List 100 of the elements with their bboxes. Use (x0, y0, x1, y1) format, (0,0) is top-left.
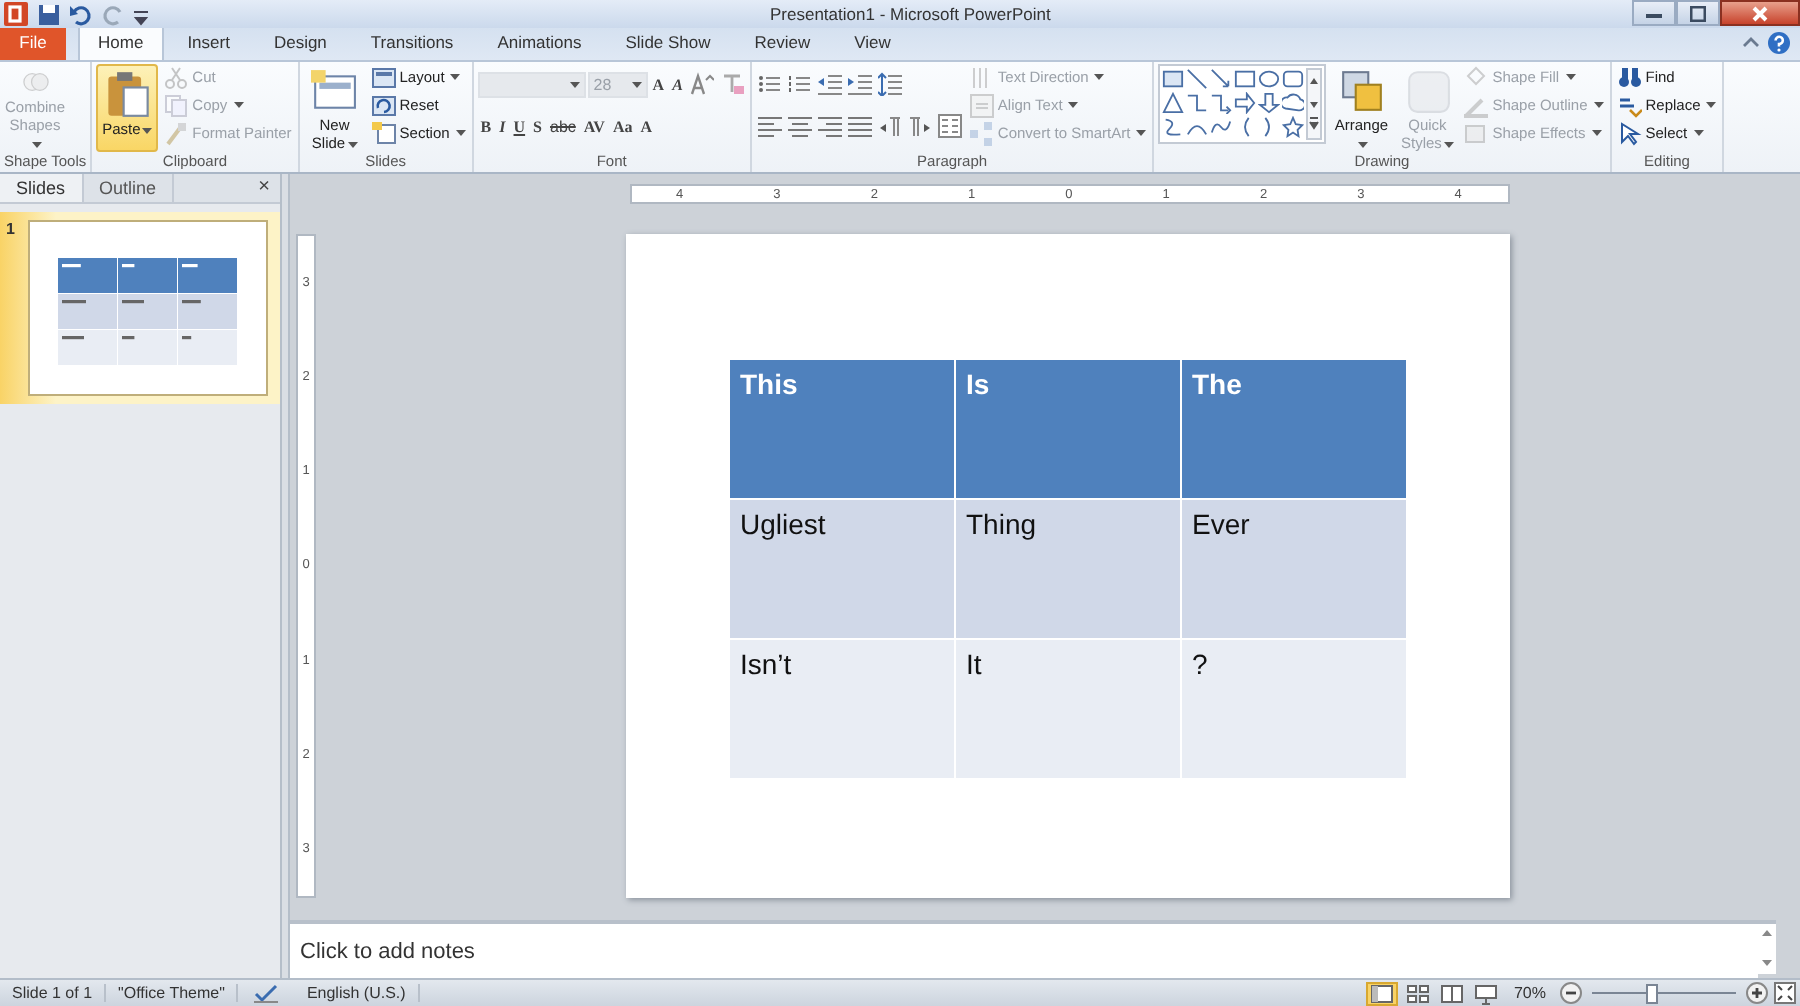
maximize-icon[interactable] (1690, 5, 1706, 21)
maximize-button[interactable] (1676, 0, 1720, 26)
rectangle-icon[interactable] (1234, 68, 1257, 90)
ribbon-tab[interactable]: File (0, 28, 66, 60)
view-button[interactable] (1403, 981, 1432, 1005)
fit-to-window-icon[interactable] (1774, 982, 1796, 1004)
window-title: Presentation1 - Microsoft PowerPoint (768, 4, 1053, 24)
view-button[interactable] (1471, 981, 1500, 1005)
close-pane-button[interactable]: × (248, 174, 280, 202)
format-button[interactable]: A (649, 75, 668, 93)
numbering-icon[interactable] (787, 72, 812, 96)
scissors-icon (164, 65, 189, 89)
right-arrow-icon[interactable] (1234, 92, 1257, 114)
align-left-icon[interactable] (757, 114, 782, 138)
line-icon[interactable] (1186, 68, 1209, 90)
section-icon (371, 121, 396, 145)
slide-thumbnail-drawing[interactable] (30, 222, 266, 394)
view-button[interactable] (1365, 981, 1398, 1005)
oval-icon[interactable] (1258, 68, 1281, 90)
table-cell: This (730, 360, 954, 498)
rounded-rectangle-icon[interactable] (1282, 68, 1305, 90)
format-button[interactable]: abc (547, 117, 579, 135)
triangle-icon[interactable] (1162, 92, 1185, 114)
table-cell: ? (1182, 640, 1406, 778)
spelling-check-icon[interactable] (254, 983, 279, 1003)
table-cell: Isn’t (730, 640, 954, 778)
shapes-gallery[interactable] (1158, 64, 1327, 144)
minimize-button[interactable] (1632, 0, 1676, 26)
status-text: English (U.S.) (294, 984, 420, 1002)
ribbon-tab[interactable]: Design (253, 28, 347, 60)
slide-number: 1 (6, 220, 17, 238)
table-cell: Is (956, 360, 1180, 498)
caret-icon (569, 81, 580, 87)
decrease-indent-icon[interactable] (817, 72, 842, 96)
ribbon-tab[interactable]: Animations (477, 28, 602, 60)
pane-tab[interactable]: Slides (0, 174, 84, 202)
ribbon-tab[interactable]: Review (734, 28, 831, 60)
increase-indent-icon[interactable] (847, 72, 872, 96)
slideshow-icon (1473, 981, 1498, 1005)
format-button[interactable]: I (496, 117, 509, 135)
binoculars-icon (1617, 65, 1642, 89)
table-cell: Ever (1182, 500, 1406, 638)
line-spacing-icon[interactable] (877, 72, 902, 96)
ribbon-tab[interactable]: Insert (167, 28, 250, 60)
table-cell: The (1182, 360, 1406, 498)
format-button[interactable]: AV (580, 117, 608, 135)
columns-icon[interactable] (937, 114, 962, 138)
save-icon[interactable] (38, 3, 60, 25)
zoom-out-icon[interactable] (1560, 982, 1582, 1004)
notes-field[interactable]: Click to add notes (290, 924, 1758, 978)
grow-font-icon[interactable] (689, 72, 714, 96)
align-text-icon (969, 93, 994, 117)
pages-icon (164, 93, 189, 117)
ribbon-tab[interactable]: Transitions (350, 28, 474, 60)
zoom-in-icon[interactable] (1746, 982, 1768, 1004)
format-button[interactable]: A (637, 117, 655, 135)
reset-icon (371, 93, 396, 117)
undo-icon[interactable] (70, 3, 92, 25)
elbow-arrow-icon[interactable] (1210, 92, 1233, 114)
align-right-icon[interactable] (817, 114, 842, 138)
reading-view-icon (1439, 981, 1464, 1005)
star-icon[interactable] (1282, 116, 1305, 138)
close-button[interactable] (1720, 0, 1800, 26)
center-icon[interactable] (787, 114, 812, 138)
bullets-icon[interactable] (757, 72, 782, 96)
right-to-left-icon[interactable] (877, 114, 902, 138)
collapse-ribbon-icon[interactable] (1742, 34, 1760, 52)
table-cell: Ugliest (730, 500, 954, 638)
left-to-right-icon[interactable] (907, 114, 932, 138)
justify-icon[interactable] (847, 114, 872, 138)
help-icon[interactable] (1768, 32, 1790, 54)
gallery-scroll-icon[interactable] (1306, 68, 1323, 140)
table-cell: It (956, 640, 1180, 778)
cloud-icon[interactable] (1282, 92, 1305, 114)
curve-icon[interactable] (1210, 116, 1233, 138)
slide-thumbnail-row[interactable]: 1 (0, 212, 280, 404)
view-button[interactable] (1437, 981, 1466, 1005)
text-box-icon[interactable] (1162, 68, 1185, 90)
format-button[interactable]: Aa (609, 117, 636, 135)
arrow-icon[interactable] (1210, 68, 1233, 90)
ribbon-tab[interactable]: Slide Show (605, 28, 731, 60)
down-arrow-icon[interactable] (1258, 92, 1281, 114)
format-button[interactable]: U (510, 117, 529, 135)
ribbon-tab[interactable]: Home (78, 26, 164, 60)
format-button[interactable]: S (530, 117, 545, 135)
pane-tab[interactable]: Outline (83, 174, 175, 202)
slider-thumb[interactable] (1646, 983, 1659, 1003)
zoom-level[interactable]: 70% (1513, 984, 1546, 1002)
close-icon[interactable] (1752, 5, 1768, 21)
format-button[interactable]: B (477, 117, 495, 135)
format-button[interactable]: A (669, 75, 686, 93)
normal-view-icon (1369, 981, 1394, 1005)
ribbon-tab[interactable]: View (834, 28, 911, 60)
cursor-icon (1617, 121, 1642, 145)
clipboard-icon (103, 70, 152, 118)
brush-icon (164, 121, 189, 145)
square-icon (1464, 121, 1489, 145)
elbow-connector-icon[interactable] (1186, 92, 1209, 114)
status-text: Slide 1 of 1 (0, 984, 107, 1002)
freeform-icon[interactable] (1162, 116, 1185, 138)
